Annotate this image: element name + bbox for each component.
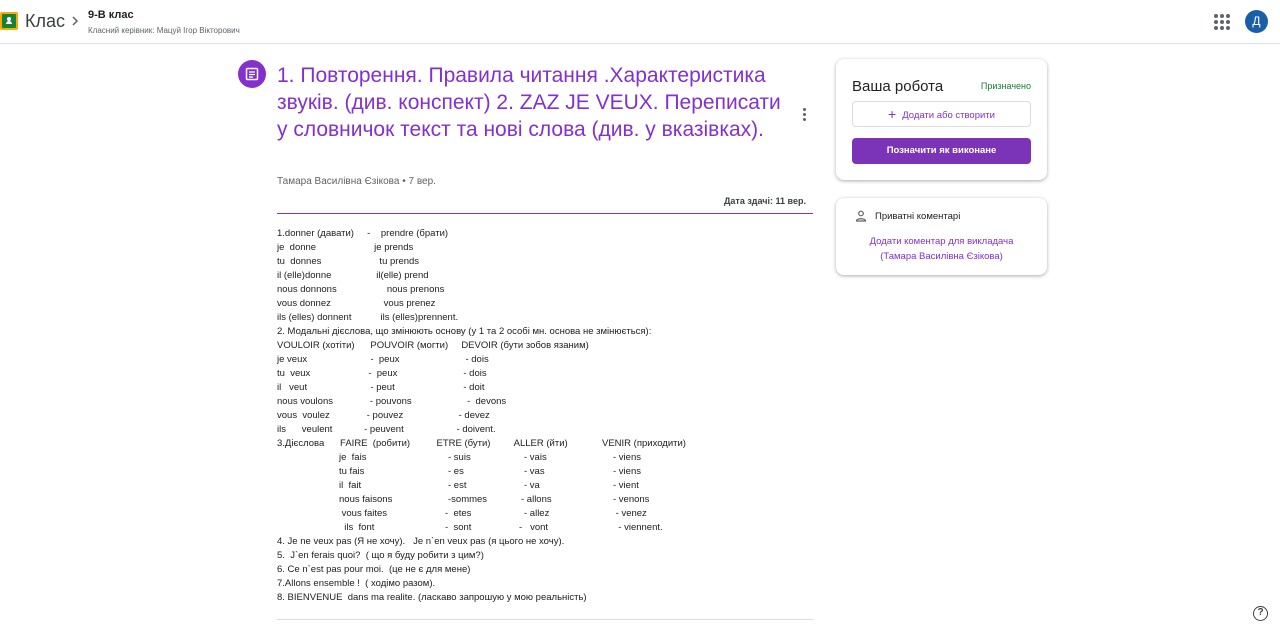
instruction-line: 6. Ce n`est pas pour moi. (це не є для м… — [277, 564, 471, 575]
class-title-link[interactable]: 9-В клас — [88, 9, 134, 21]
instruction-line: nous donnons nous prenons — [277, 284, 445, 295]
app-name-link[interactable]: Клас — [25, 11, 65, 32]
your-work-title: Ваша робота — [852, 78, 944, 95]
conjugation-cell: - venez — [613, 508, 647, 519]
account-avatar[interactable]: Д — [1245, 10, 1268, 33]
private-comments-title: Приватні коментарі — [875, 211, 961, 222]
conjugation-cell: - viens — [613, 452, 641, 463]
plus-icon: + — [888, 106, 897, 122]
conjugation-cell: vous faites — [339, 508, 388, 519]
due-date: Дата здачі: 11 вер. — [724, 196, 806, 206]
instruction-line: 3.Дієслова FAIRE (робити) ETRE (бути) AL… — [277, 438, 686, 449]
instruction-line: 8. BIENVENUE dans ma realite. (ласкаво з… — [277, 592, 587, 603]
conjugation-cell: je fais — [339, 452, 367, 463]
private-comments-card: Приватні коментарі Додати коментар для в… — [836, 198, 1047, 275]
instruction-line: tu donnes tu prends — [277, 256, 420, 267]
apps-grid-icon[interactable] — [1214, 14, 1230, 30]
header-divider — [277, 213, 813, 214]
instruction-line: il (elle)donne il(elle) prend — [277, 270, 429, 281]
instruction-line: il veut - peut - doit — [277, 382, 485, 393]
assignment-author-line: Тамара Василівна Єзікова • 7 вер. — [277, 176, 436, 187]
conjugation-cell: - va — [524, 480, 540, 491]
conjugation-cell: - suis — [448, 452, 471, 463]
conjugation-cell: ils font — [339, 522, 375, 533]
chevron-right-icon — [72, 16, 79, 26]
conjugation-cell: - etes — [445, 508, 472, 519]
person-icon — [855, 210, 867, 222]
conjugation-cell: - allez — [524, 508, 550, 519]
conjugation-cell: - venons — [613, 494, 650, 505]
status-badge: Призначено — [980, 81, 1031, 91]
conjugation-cell: nous faisons — [339, 494, 393, 505]
conjugation-cell: tu fais — [339, 466, 365, 477]
instruction-line: je donne je prends — [277, 242, 414, 253]
author-name: Тамара Василівна Єзікова — [277, 176, 400, 187]
conjugation-cell: - viennent. — [613, 522, 663, 533]
instruction-line: 7.Allons ensemble ! ( ходімо разом). — [277, 578, 436, 589]
assignment-title: 1. Повторення. Правила читання .Характер… — [277, 64, 781, 141]
instruction-line: VOULOIR (хотіти) POUVOIR (могти) DEVOIR … — [277, 340, 589, 351]
conjugation-cell: - vais — [524, 452, 547, 463]
content-divider — [277, 619, 813, 620]
add-comment-link-line1: Додати коментар для викладача — [869, 236, 1014, 247]
add-comment-link[interactable]: Додати коментар для викладача (Тамара Ва… — [836, 234, 1047, 264]
add-or-create-label: Додати або створити — [902, 110, 995, 121]
posted-date: 7 вер. — [408, 176, 436, 187]
class-teacher-subtitle: Класний керівник: Мацуй Ігор Вікторович — [88, 26, 240, 35]
instruction-line: 5. J`en ferais quoi? ( що я буду робити … — [277, 550, 484, 561]
conjugation-cell: - sont — [445, 522, 472, 533]
conjugation-cell: -sommes — [448, 494, 488, 505]
conjugation-cell: - es — [448, 466, 464, 477]
add-or-create-button[interactable]: + Додати або створити — [852, 101, 1031, 127]
instruction-line: 2. Модальні дієслова, що змінюють основу… — [277, 326, 652, 337]
instruction-line: nous voulons - pouvons - devons — [277, 396, 507, 407]
add-comment-link-line2: (Тамара Василівна Єзікова) — [880, 251, 1003, 262]
your-work-card: Ваша робота Призначено + Додати або створ… — [836, 59, 1047, 180]
instruction-line: 4. Je ne veux pas (Я не хочу). Je n`en v… — [277, 536, 565, 547]
conjugation-cell: - vont — [519, 522, 549, 533]
conjugation-cell: - vas — [524, 466, 545, 477]
help-icon[interactable]: ? — [1253, 606, 1268, 621]
instruction-line: vous voulez - pouvez - devez — [277, 410, 490, 421]
classroom-logo-icon[interactable] — [0, 12, 18, 30]
assignment-icon — [238, 60, 266, 88]
instruction-line: ils (elles) donnent ils (elles)prennent. — [277, 312, 459, 323]
instruction-line: tu veux - peux - dois — [277, 368, 487, 379]
conjugation-cell: - vient — [613, 480, 639, 491]
conjugation-cell: - est — [448, 480, 467, 491]
instruction-line: vous donnez vous prenez — [277, 298, 436, 309]
top-app-bar: Клас 9-В клас Класний керівник: Мацуй Іг… — [0, 0, 1280, 44]
more-vert-icon[interactable] — [799, 108, 809, 124]
mark-as-done-button[interactable]: Позначити як виконане — [852, 138, 1031, 164]
instruction-line: je veux - peux - dois — [277, 354, 489, 365]
conjugation-cell: - allons — [521, 494, 552, 505]
conjugation-cell: il fait — [339, 480, 362, 491]
conjugation-cell: - viens — [613, 466, 641, 477]
instruction-line: ils veulent - peuvent - doivent. — [277, 424, 496, 435]
instruction-line: 1.donner (давати) - prendre (брати) — [277, 228, 449, 239]
